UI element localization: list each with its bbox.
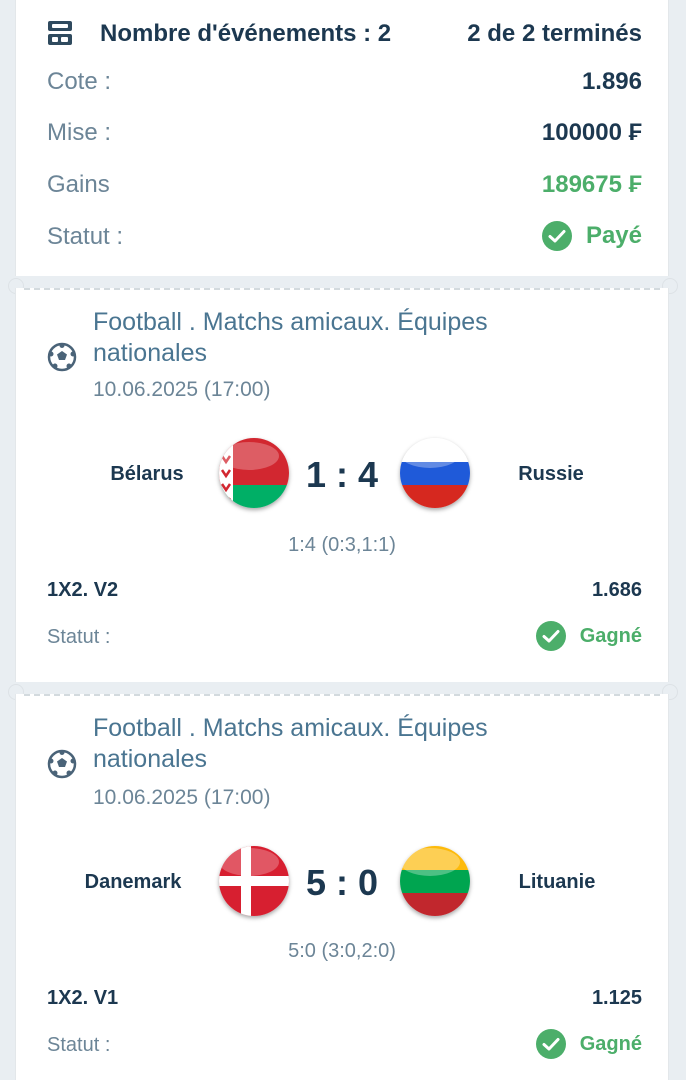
home-team: Danemark [84, 871, 182, 893]
bet-odd: 1.686 [591, 579, 642, 601]
home-team: Bélarus [110, 463, 184, 485]
check-circle-icon [535, 1029, 566, 1059]
score-detail: 1:4 (0:3,1:1) [288, 534, 396, 556]
event-status-label: Statut : [47, 626, 111, 648]
event-date: 10.06.2025 (17:00) [93, 378, 271, 401]
event-status-value: Gagné [579, 624, 642, 647]
summary-header: Nombre d'événements : 2 2 de 2 terminés [47, 14, 642, 54]
soccer-ball-icon [47, 749, 77, 779]
belarus-flag [219, 438, 289, 508]
ticket-divider [24, 694, 660, 696]
check-circle-icon [541, 221, 572, 251]
russia-flag [400, 438, 470, 508]
stake-row: Mise : 100000 ₣ [47, 119, 642, 159]
lithuania-flag [400, 846, 470, 916]
status-value: Payé [585, 222, 642, 249]
status-row: Statut : Payé [47, 221, 642, 263]
away-team: Lituanie [518, 871, 596, 893]
odds-value: 1.896 [581, 68, 642, 95]
league-name: Football . Matchs amicaux. Équipes natio… [93, 307, 563, 369]
events-count: Nombre d'événements : 2 [100, 20, 392, 47]
status-badge: Payé [541, 221, 642, 251]
bet-odd: 1.125 [591, 987, 642, 1009]
league-line: nationales [93, 745, 207, 773]
events-completed: 2 de 2 terminés [467, 20, 642, 47]
soccer-ball-icon [47, 342, 77, 372]
winnings-label: Gains [47, 171, 110, 198]
event-status-badge: Gagné [535, 621, 642, 651]
bet-summary-card: Nombre d'événements : 2 2 de 2 terminés … [15, 0, 669, 276]
bet-market: 1X2. V2 [47, 579, 119, 601]
league-line: Football . Matchs amicaux. Équipes [93, 308, 488, 336]
bet-slip-icon [48, 21, 72, 45]
away-team: Russie [518, 463, 584, 485]
odds-row: Cote : 1.896 [47, 68, 642, 108]
event-card: Football . Matchs amicaux. Équipes natio… [15, 288, 669, 682]
league-line: Football . Matchs amicaux. Équipes [93, 714, 488, 742]
odds-label: Cote : [47, 68, 112, 95]
event-card: Football . Matchs amicaux. Équipes natio… [15, 694, 669, 1080]
status-label: Statut : [47, 223, 124, 250]
event-status-badge: Gagné [535, 1029, 642, 1059]
stake-label: Mise : [47, 119, 112, 146]
event-status-label: Statut : [47, 1034, 111, 1056]
bet-market: 1X2. V1 [47, 987, 119, 1009]
event-date: 10.06.2025 (17:00) [93, 786, 271, 809]
league-line: nationales [93, 339, 207, 367]
winnings-value: 189675 ₣ [541, 171, 642, 198]
stake-value: 100000 ₣ [541, 119, 642, 146]
check-circle-icon [535, 621, 566, 651]
event-status-value: Gagné [579, 1032, 642, 1055]
match-score: 1 : 4 [305, 454, 379, 495]
winnings-row: Gains 189675 ₣ [47, 171, 642, 211]
match-score: 5 : 0 [305, 862, 379, 903]
denmark-flag [219, 846, 289, 916]
ticket-divider [24, 288, 660, 290]
score-detail: 5:0 (3:0,2:0) [288, 940, 396, 962]
league-name: Football . Matchs amicaux. Équipes natio… [93, 713, 563, 775]
